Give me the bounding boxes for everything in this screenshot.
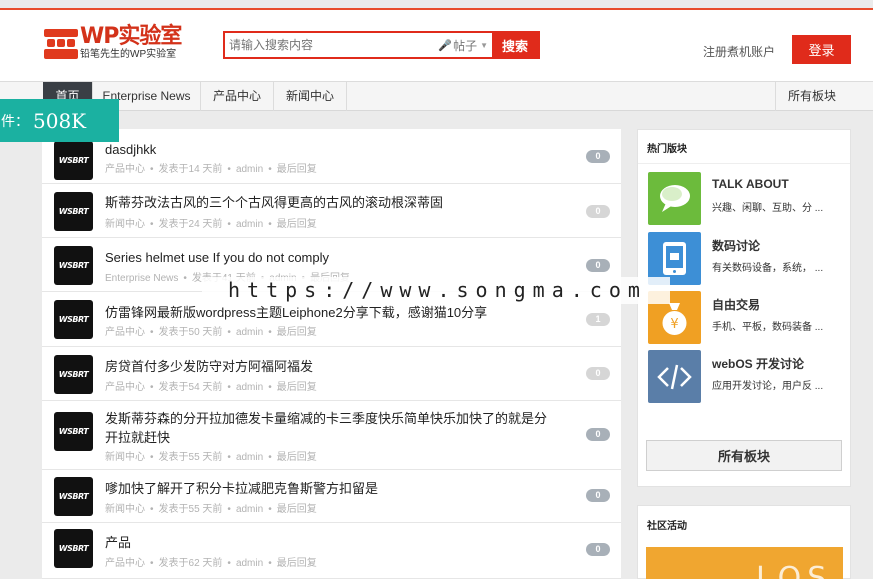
post-meta: 产品中心 • 发表于50 天前 • admin • 最后回复: [105, 327, 317, 338]
forum-desc: 兴趣、闲聊、互助、分 ...: [712, 203, 824, 214]
file-size-label: 件：: [1, 112, 29, 129]
site-logo[interactable]: WP实验室 铅笔先生的WP实验室: [44, 24, 182, 61]
search-button[interactable]: 搜索: [492, 33, 538, 57]
reply-count-badge: 0: [586, 428, 610, 441]
post-list: WSBRT dasdjhkk 产品中心 • 发表于14 天前 • admin • 最后回复 …: [42, 129, 621, 579]
forum-name: 数码讨论: [712, 239, 761, 253]
file-size-value: 508K: [33, 108, 87, 133]
search-input[interactable]: [225, 33, 440, 57]
activity-banner[interactable]: LOS: [646, 547, 843, 579]
forum-item-trade[interactable]: ¥ 自由交易 手机、平板，数码装备 ...: [648, 291, 848, 345]
post-title[interactable]: 仿雷锋网最新版wordpress主题Leiphone2分享下载，感谢猫10分享: [105, 303, 555, 322]
avatar[interactable]: WSBRT: [54, 300, 93, 339]
watermark: https://www.songma.com: [202, 277, 670, 304]
reply-count-badge: 0: [586, 259, 610, 272]
avatar[interactable]: WSBRT: [54, 477, 93, 516]
site-header: WP实验室 铅笔先生的WP实验室 🎤 帖子▼ 搜索 注册煮机账户 登录: [0, 10, 873, 81]
reply-count-badge: 0: [586, 489, 610, 502]
post-row[interactable]: WSBRT 斯蒂芬改法古风的三个个古风得更高的古风的滚动根深蒂固 新闻中心 • 发表…: [42, 184, 621, 238]
divider: [638, 163, 850, 164]
forum-desc: 应用开发讨论，用户反 ...: [712, 381, 824, 392]
reply-count-badge: 0: [586, 150, 610, 163]
forum-name: TALK ABOUT: [712, 177, 789, 191]
reply-count-badge: 0: [586, 205, 610, 218]
post-meta: 新闻中心 • 发表于55 天前 • admin • 最后回复: [105, 504, 317, 515]
search-bar: 🎤 帖子▼ 搜索: [223, 31, 540, 59]
hot-forums-title: 热门版块: [647, 144, 687, 155]
post-row[interactable]: WSBRT dasdjhkk 产品中心 • 发表于14 天前 • admin • 最后回复 …: [42, 129, 621, 184]
logo-mark-icon: [44, 27, 78, 61]
all-forums-button[interactable]: 所有板块: [646, 440, 842, 471]
post-title[interactable]: dasdjhkk: [105, 140, 555, 159]
microphone-icon[interactable]: 🎤: [438, 33, 452, 57]
community-activity-panel: 社区活动 LOS: [637, 505, 851, 579]
avatar[interactable]: WSBRT: [54, 192, 93, 231]
nav-item-products[interactable]: 产品中心: [201, 82, 274, 111]
post-row[interactable]: WSBRT 房贷首付多少发防守对方阿福阿福发 产品中心 • 发表于54 天前 • adm…: [42, 347, 621, 401]
post-meta: 产品中心 • 发表于62 天前 • admin • 最后回复: [105, 558, 317, 569]
reply-count-badge: 0: [586, 543, 610, 556]
post-meta: 产品中心 • 发表于14 天前 • admin • 最后回复: [105, 164, 317, 175]
avatar[interactable]: WSBRT: [54, 529, 93, 568]
forum-desc: 有关数码设备，系统， ...: [712, 263, 824, 274]
reply-count-badge: 0: [586, 367, 610, 380]
forum-item-webos-dev[interactable]: webOS 开发讨论 应用开发讨论，用户反 ...: [648, 350, 848, 404]
register-link[interactable]: 注册煮机账户: [703, 43, 775, 60]
nav-item-news[interactable]: 新闻中心: [274, 82, 347, 111]
hot-forums-panel: 热门版块 TALK ABOUT 兴趣、闲聊、互助、分 ... 数码讨论 有关数码…: [637, 129, 851, 487]
file-size-badge: 件： 508K: [0, 99, 119, 142]
activity-banner-text: LOS: [756, 561, 833, 579]
login-button[interactable]: 登录: [792, 35, 851, 64]
post-row[interactable]: WSBRT 发斯蒂芬森的分开拉加德发卡量缩减的卡三季度快乐简单快乐加快了的就是分…: [42, 401, 621, 470]
post-title[interactable]: 房贷首付多少发防守对方阿福阿福发: [105, 357, 555, 376]
reply-count-badge: 1: [586, 313, 610, 326]
avatar[interactable]: WSBRT: [54, 355, 93, 394]
avatar[interactable]: WSBRT: [54, 141, 93, 180]
search-scope-select[interactable]: 帖子 ▼: [451, 33, 492, 57]
post-title[interactable]: 斯蒂芬改法古风的三个个古风得更高的古风的滚动根深蒂固: [105, 193, 555, 212]
post-meta: 产品中心 • 发表于54 天前 • admin • 最后回复: [105, 382, 317, 393]
logo-subtitle: 铅笔先生的WP实验室: [80, 49, 177, 60]
post-row[interactable]: WSBRT 嗲加快了解开了积分卡拉减肥克鲁斯警方扣留是 新闻中心 • 发表于55 天…: [42, 470, 621, 523]
code-icon: [648, 350, 701, 403]
avatar[interactable]: WSBRT: [54, 412, 93, 451]
chevron-down-icon: ▼: [480, 40, 488, 50]
forum-name: 自由交易: [712, 298, 761, 312]
post-meta: 新闻中心 • 发表于24 天前 • admin • 最后回复: [105, 219, 317, 230]
post-title[interactable]: 嗲加快了解开了积分卡拉减肥克鲁斯警方扣留是: [105, 479, 555, 498]
forum-item-digital[interactable]: 数码讨论 有关数码设备，系统， ...: [648, 232, 848, 286]
svg-text:¥: ¥: [670, 317, 678, 332]
avatar[interactable]: WSBRT: [54, 246, 93, 285]
activity-title: 社区活动: [647, 521, 687, 532]
post-title[interactable]: 发斯蒂芬森的分开拉加德发卡量缩减的卡三季度快乐简单快乐加快了的就是分开拉就赶快: [105, 409, 555, 447]
main-nav: 首页 Enterprise News 产品中心 新闻中心 所有板块: [0, 81, 873, 111]
chat-bubble-icon: [648, 172, 701, 225]
logo-title: WP实验室: [80, 24, 182, 49]
nav-all-forums[interactable]: 所有板块: [774, 82, 848, 111]
post-meta: 新闻中心 • 发表于55 天前 • admin • 最后回复: [105, 452, 317, 463]
post-row[interactable]: WSBRT 产品 产品中心 • 发表于62 天前 • admin • 最后回复 0: [42, 523, 621, 579]
forum-item-talk-about[interactable]: TALK ABOUT 兴趣、闲聊、互助、分 ...: [648, 172, 848, 226]
forum-desc: 手机、平板，数码装备 ...: [712, 322, 824, 333]
post-title[interactable]: Series helmet use If you do not comply: [105, 248, 555, 267]
forum-name: webOS 开发讨论: [712, 357, 805, 371]
post-title[interactable]: 产品: [105, 533, 555, 552]
search-scope-label: 帖子: [453, 38, 478, 53]
